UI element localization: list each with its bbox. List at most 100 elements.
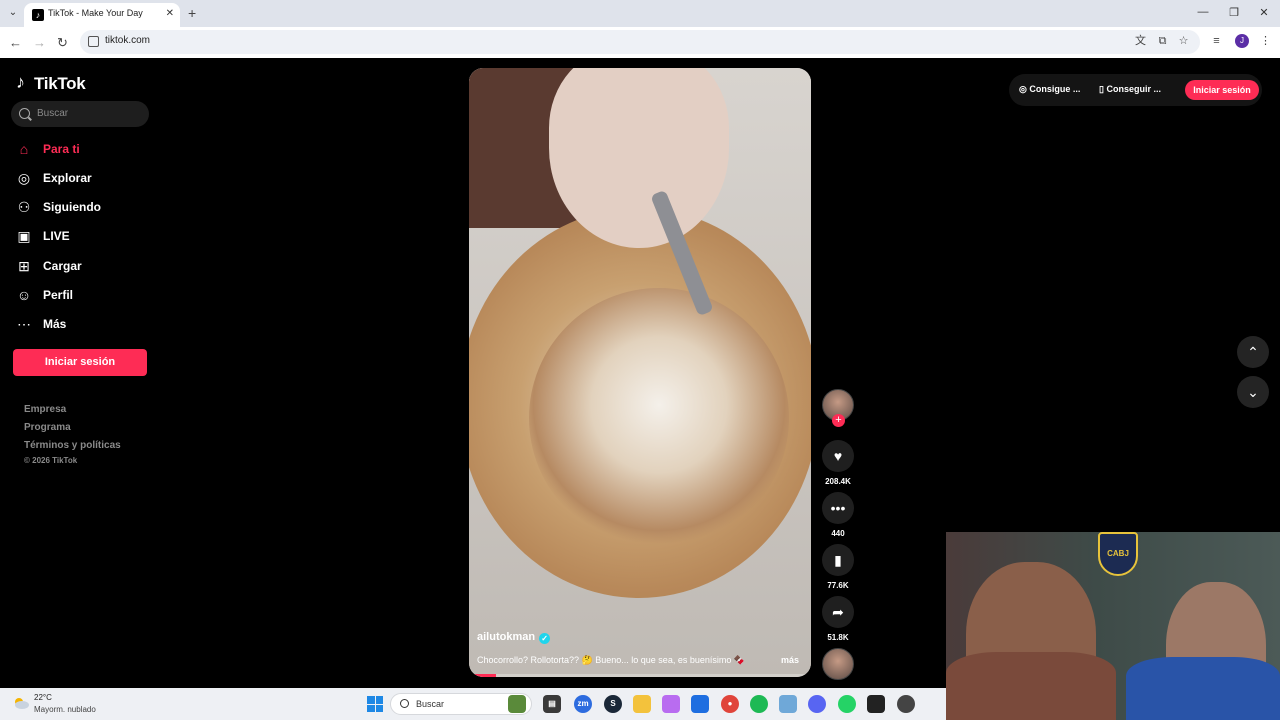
verified-icon: ✓	[539, 633, 551, 644]
nav-label: Perfil	[43, 288, 74, 302]
forward-icon[interactable]: →	[33, 35, 46, 50]
scroll-down-chevron-icon[interactable]: ⌄	[1237, 376, 1269, 408]
weather-temp: 22°C	[34, 693, 52, 702]
store-icon[interactable]	[691, 695, 709, 713]
following-icon: ⚇	[17, 199, 31, 215]
tiktok-favicon-icon: ♪	[32, 9, 44, 21]
weather-cloud-icon[interactable]	[12, 696, 30, 710]
file-explorer-icon[interactable]	[633, 695, 651, 713]
search-icon	[19, 108, 30, 119]
nav-label: Cargar	[43, 259, 82, 273]
back-icon[interactable]: ←	[9, 35, 22, 50]
profile-avatar[interactable]: J	[1235, 34, 1249, 48]
address-bar[interactable]: tiktok.com	[80, 30, 1200, 54]
steam-icon[interactable]: S	[604, 695, 622, 713]
nav-label: Para ti	[43, 142, 80, 156]
chrome-icon[interactable]: ●	[721, 695, 739, 713]
video-cream	[529, 288, 789, 548]
tab-search-icon[interactable]: ⌄	[6, 6, 20, 20]
nav-upload[interactable]: ⊞ Cargar	[16, 256, 156, 278]
bookmark-icon[interactable]: ▮	[822, 544, 854, 576]
url-text: tiktok.com	[105, 35, 151, 46]
nav-profile[interactable]: ☺ Perfil	[16, 285, 156, 307]
streamer-left-shirt	[946, 652, 1116, 720]
video-player[interactable]: ailutokman ✓ Chocorrollo? Rollotorta?? 🤔 …	[469, 68, 811, 677]
minimize-icon[interactable]: —	[1196, 6, 1210, 18]
save-count: 77.6K	[827, 581, 849, 590]
weather-desc: Mayorm. nublado	[34, 705, 96, 714]
club-crest-badge: CABJ	[1098, 532, 1138, 576]
caption-more-button[interactable]: más	[781, 655, 799, 665]
like-count: 208.4K	[825, 477, 851, 486]
window-close-icon[interactable]: ✕	[1257, 6, 1271, 19]
browser-tab-tiktok[interactable]: ♪ TikTok - Make Your Day ✕	[24, 3, 180, 27]
share-arrow-icon[interactable]: ➦	[822, 596, 854, 628]
landscape-widget-icon[interactable]	[508, 695, 526, 713]
get-coins-label: Consigue ...	[1029, 84, 1081, 94]
search-input[interactable]: Buscar	[11, 101, 149, 127]
nav-live[interactable]: ▣ LIVE	[16, 226, 156, 248]
menu-kebab-icon[interactable]: ⋮	[1259, 35, 1272, 48]
get-app-label: Conseguir ...	[1106, 84, 1161, 94]
browser-tab-strip: ⌄ ♪ TikTok - Make Your Day ✕ + — ❐ ✕	[0, 0, 1280, 27]
photos-icon[interactable]	[779, 695, 797, 713]
taskbar-search-icon	[400, 699, 409, 708]
whatsapp-icon[interactable]	[838, 695, 856, 713]
tab-close-icon[interactable]: ✕	[166, 8, 174, 19]
nav-explore[interactable]: ◎ Explorar	[16, 168, 156, 190]
capture-app-icon[interactable]	[867, 695, 885, 713]
footer-link-terms[interactable]: Términos y políticas	[24, 440, 121, 451]
tiktok-note-icon: ♪	[16, 72, 25, 92]
nav-label: Siguiendo	[43, 200, 101, 214]
get-app-link[interactable]: ▯ Conseguir ...	[1099, 84, 1161, 95]
brand-name: TikTok	[34, 74, 86, 93]
scroll-up-chevron-icon[interactable]: ⌃	[1237, 336, 1269, 368]
home-icon: ⌂	[19, 141, 29, 157]
site-info-icon[interactable]	[88, 36, 99, 47]
spotify-icon[interactable]	[750, 695, 768, 713]
nav-label: Más	[43, 317, 67, 331]
footer-link-program[interactable]: Programa	[24, 422, 71, 433]
bookmark-star-icon[interactable]: ☆	[1177, 35, 1190, 48]
reload-icon[interactable]: ↻	[57, 35, 68, 51]
search-placeholder: Buscar	[37, 108, 69, 119]
translate-icon[interactable]: 文	[1134, 35, 1147, 48]
copilot-icon[interactable]	[662, 695, 680, 713]
compass-icon: ◎	[17, 170, 31, 186]
get-coins-link[interactable]: ◎ Consigue ...	[1019, 84, 1080, 95]
follow-plus-icon[interactable]: +	[832, 414, 845, 427]
restore-icon[interactable]: ❐	[1227, 6, 1241, 19]
install-app-icon[interactable]: ⧉	[1156, 35, 1169, 48]
more-icon: ⋯	[17, 316, 31, 332]
video-caption: Chocorrollo? Rollotorta?? 🤔 Bueno... lo …	[477, 655, 746, 665]
nav-more[interactable]: ⋯ Más	[16, 314, 156, 336]
nav-following[interactable]: ⚇ Siguiendo	[16, 197, 156, 219]
discord-icon[interactable]	[808, 695, 826, 713]
sidebar-login-button[interactable]: Iniciar sesión	[13, 349, 147, 376]
nav-label: Explorar	[43, 171, 92, 185]
tab-title: TikTok - Make Your Day	[48, 8, 143, 18]
nav-label: LIVE	[43, 229, 70, 243]
windows-start-icon[interactable]	[367, 696, 383, 712]
obs-icon[interactable]	[897, 695, 915, 713]
music-disc-avatar[interactable]	[822, 648, 854, 680]
header-login-button[interactable]: Iniciar sesión	[1185, 80, 1259, 100]
live-icon: ▣	[17, 228, 31, 244]
video-progress-bar[interactable]	[469, 674, 811, 677]
comment-icon[interactable]: •••	[822, 492, 854, 524]
author-name: ailutokman	[477, 631, 536, 643]
zoom-app-icon[interactable]: zm	[574, 695, 592, 713]
like-heart-icon[interactable]: ♥	[822, 440, 854, 472]
video-progress-fill	[469, 674, 497, 677]
comment-count: 440	[831, 529, 845, 538]
windows-taskbar: 22°C Mayorm. nublado Buscar ▤ zm S ●	[0, 688, 946, 720]
footer-link-company[interactable]: Empresa	[24, 404, 66, 415]
webcam-overlay: CABJ	[946, 532, 1280, 720]
streamer-right-shirt	[1126, 657, 1280, 720]
media-control-icon[interactable]: ≡	[1210, 35, 1223, 48]
share-count: 51.8K	[827, 633, 849, 642]
new-tab-icon[interactable]: +	[188, 5, 196, 21]
nav-for-you[interactable]: ⌂ Para ti	[16, 139, 156, 161]
task-view-icon[interactable]: ▤	[543, 695, 561, 713]
video-author[interactable]: ailutokman ✓	[477, 631, 551, 644]
